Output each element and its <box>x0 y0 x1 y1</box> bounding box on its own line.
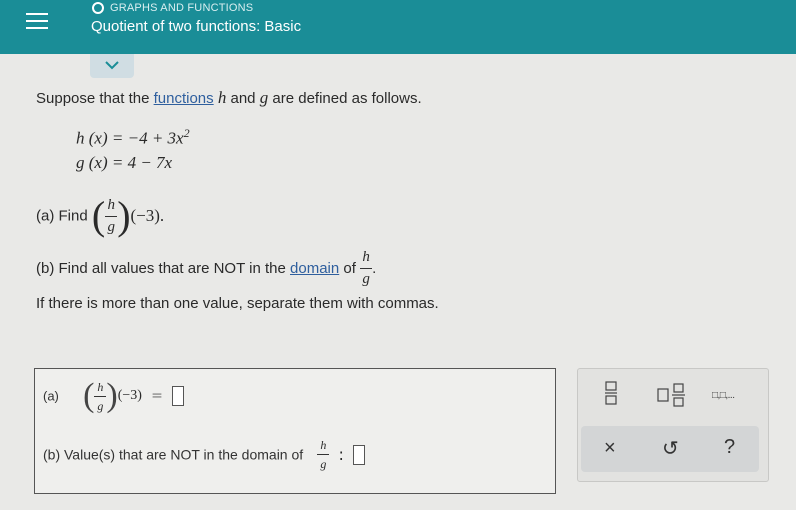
fraction-numerator: h <box>320 438 327 452</box>
functions-link[interactable]: functions <box>154 90 214 107</box>
var-h: h <box>217 88 227 107</box>
answer-area: (a) (h g)(−3) = (b) Value(s) that are NOT… <box>34 368 556 494</box>
chevron-down-icon <box>105 61 119 70</box>
answer-a-argument: (−3) <box>117 388 142 403</box>
clear-icon[interactable]: × <box>604 437 616 460</box>
left-paren: ( <box>91 193 106 238</box>
fraction-denominator: g <box>107 218 115 235</box>
part-b-question: (b) Find all values that are NOT in the … <box>36 250 376 287</box>
h-over-g-fraction-b: hg <box>360 249 373 287</box>
h-def-rhs: −4 + 3x <box>127 128 184 148</box>
fraction-denominator: g <box>362 271 370 287</box>
topic-label: GRAPHS AND FUNCTIONS <box>110 2 254 14</box>
answer-b-row: (b) Value(s) that are NOT in the domain … <box>43 439 365 470</box>
h-over-g-fraction: hg <box>105 196 118 235</box>
equals-sign: = <box>151 388 163 404</box>
instruction-text: If there is more than one value, separat… <box>36 295 439 312</box>
part-a-argument: (−3). <box>130 206 165 225</box>
and-text: and <box>230 90 256 107</box>
part-b-period: . <box>372 260 377 277</box>
answer-b-fraction: hg <box>317 438 330 471</box>
mixed-number-button[interactable] <box>657 383 687 412</box>
answer-b-input[interactable] <box>352 444 365 465</box>
fraction-denominator: g <box>97 398 104 413</box>
answer-a-label: (a) <box>43 388 59 404</box>
intro-text: Suppose that the <box>36 90 150 107</box>
fraction-numerator: h <box>362 249 370 265</box>
h-def-lhs: h (x) = <box>76 128 128 148</box>
part-b-of: of <box>343 260 356 277</box>
menu-icon[interactable] <box>26 8 48 34</box>
fraction-button[interactable] <box>604 381 618 410</box>
domain-link[interactable]: domain <box>290 260 339 277</box>
left-paren: ( <box>83 377 95 414</box>
g-definition: g (x) = 4 − 7x <box>76 153 173 172</box>
answer-b-label: (b) Value(s) that are NOT in the domain … <box>43 446 304 463</box>
answer-a-input[interactable] <box>171 386 184 406</box>
right-paren: ) <box>106 377 118 414</box>
part-a-label: (a) Find <box>36 207 88 225</box>
fraction-numerator: h <box>107 196 115 213</box>
intro-after-text: are defined as follows. <box>272 90 422 107</box>
mixed-number-icon <box>657 383 685 407</box>
colon: : <box>338 445 344 464</box>
answer-a-row: (a) (h g)(−3) = <box>43 379 184 413</box>
answer-fraction: hg <box>94 379 107 413</box>
fraction-denominator: g <box>320 457 327 471</box>
part-b-text: (b) Find all values that are NOT in the <box>36 260 286 277</box>
page-title: Quotient of two functions: Basic <box>91 18 302 35</box>
help-icon[interactable]: ? <box>724 436 735 459</box>
var-g: g <box>259 88 269 107</box>
problem-intro: Suppose that the functions h and g are d… <box>36 88 422 108</box>
part-a-question: (a) Find (h g)(−3). <box>36 196 164 236</box>
header-bar: GRAPHS AND FUNCTIONS Quotient of two fun… <box>0 0 796 54</box>
h-def-exponent: 2 <box>183 126 190 140</box>
topic-row: GRAPHS AND FUNCTIONS <box>92 1 253 15</box>
undo-icon[interactable]: ↺ <box>662 436 679 461</box>
expand-tab[interactable] <box>90 54 134 78</box>
fraction-numerator: h <box>97 379 104 394</box>
fraction-icon <box>605 381 617 405</box>
topic-progress-icon <box>92 2 104 14</box>
right-paren: ) <box>117 193 131 238</box>
list-button[interactable]: □,□,... <box>712 390 735 401</box>
h-definition: h (x) = −4 + 3x2 <box>76 126 190 149</box>
